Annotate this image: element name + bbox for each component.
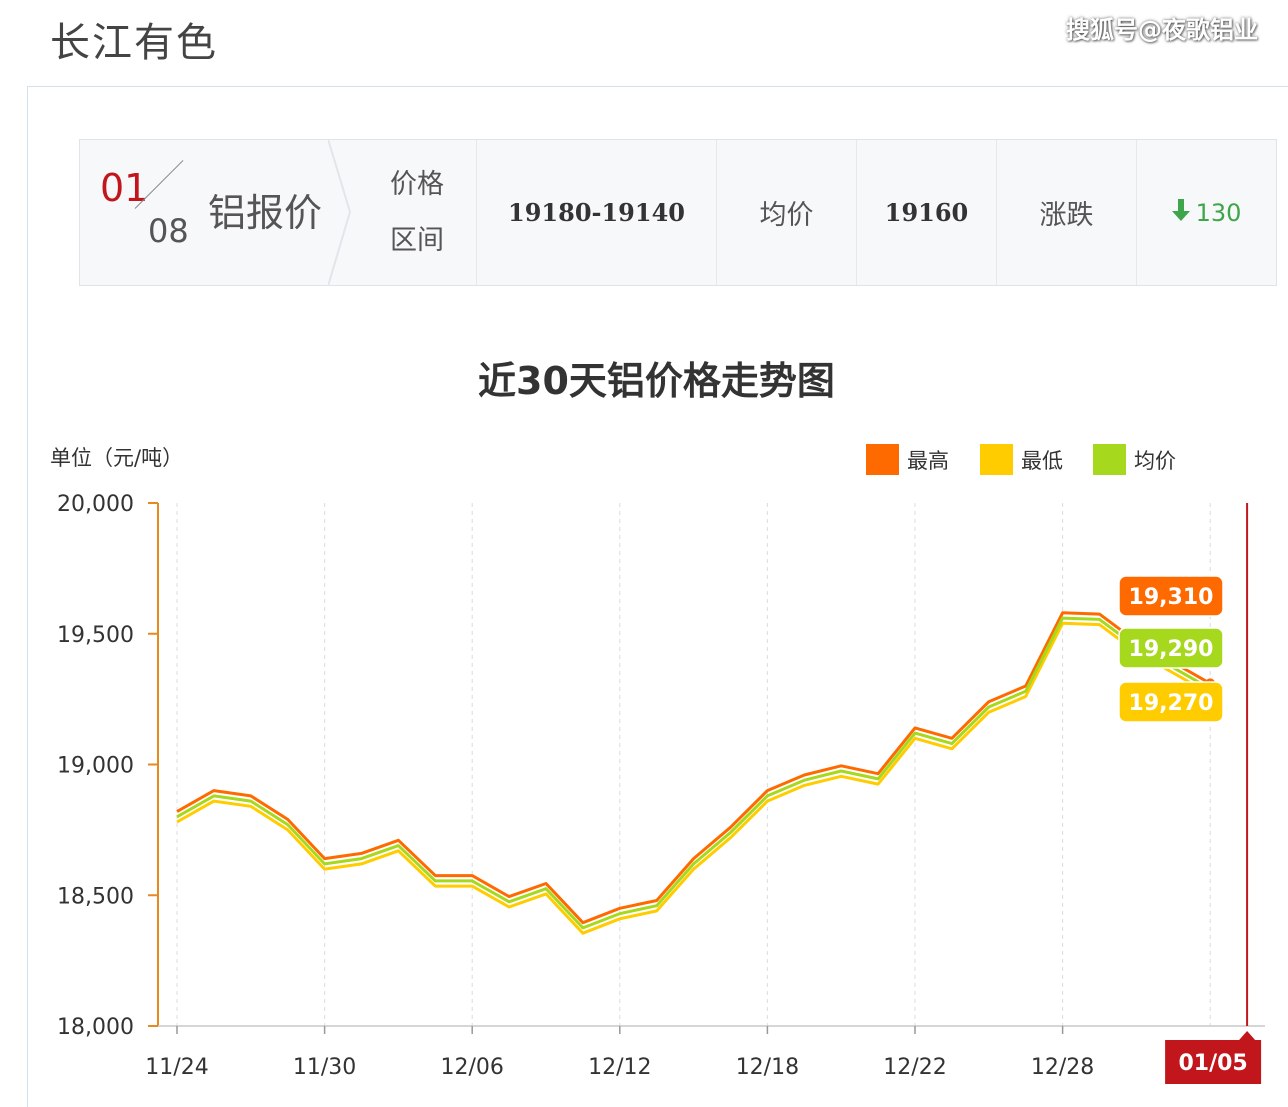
x-tick-label: 11/30 [293, 1055, 356, 1080]
series-line-均价 [176, 616, 1211, 930]
x-tick-label: 12/22 [883, 1055, 946, 1080]
x-tick-label: 12/18 [736, 1055, 799, 1080]
highlight-date-label: 01/05 [1178, 1051, 1247, 1076]
y-tick-label: 20,000 [57, 492, 134, 517]
y-tick-label: 18,000 [57, 1015, 134, 1040]
series-line-最高 [176, 611, 1211, 925]
series-line-最低 [176, 621, 1211, 935]
tooltip-value: 19,310 [1129, 585, 1214, 610]
tooltip-value: 19,290 [1129, 637, 1214, 662]
x-tick-label: 12/06 [440, 1055, 503, 1080]
y-tick-label: 19,500 [57, 623, 134, 648]
legend-label: 均价 [1134, 449, 1176, 473]
legend-label: 最低 [1021, 449, 1063, 473]
legend-label: 最高 [907, 449, 949, 473]
price-trend-chart: 18,000 18,500 19,000 19,500 20,000 11/24 11/30… [57, 444, 1265, 1084]
legend-swatch [866, 444, 899, 475]
x-tick-label: 12/12 [588, 1055, 651, 1080]
x-tick-label: 12/28 [1031, 1055, 1094, 1080]
tooltip-value: 19,270 [1129, 691, 1214, 716]
highlight-date-pointer [1239, 1031, 1256, 1040]
y-tick-label: 19,000 [57, 754, 134, 779]
legend-swatch [1093, 444, 1126, 475]
y-tick-label: 18,500 [57, 884, 134, 909]
legend-swatch [980, 444, 1013, 475]
x-tick-label: 11/24 [145, 1055, 208, 1080]
